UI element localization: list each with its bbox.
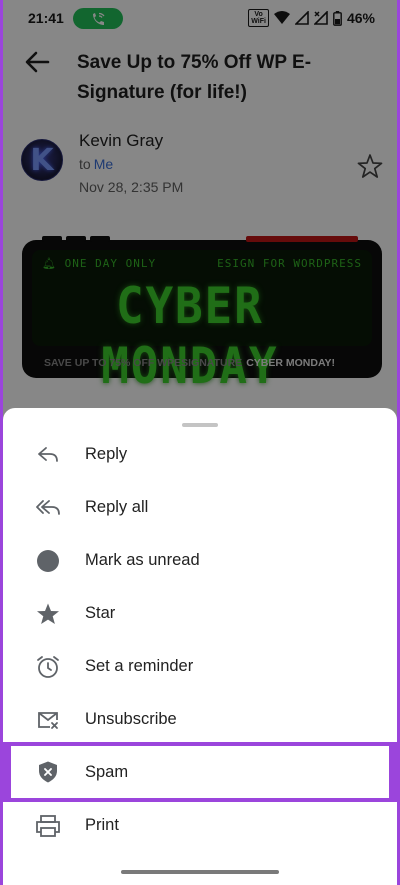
alarm-icon — [35, 654, 61, 680]
menu-item-label: Reply all — [85, 498, 149, 516]
screen: 21:41 Vo WiFi 46% Save Up to 75% Off WP … — [3, 0, 397, 885]
menu-item-label: Reply — [85, 445, 128, 463]
sheet-drag-handle[interactable] — [182, 423, 218, 427]
star-filled-icon — [35, 601, 61, 627]
menu-item-print[interactable]: Print — [3, 799, 397, 852]
spam-shield-icon — [35, 759, 61, 785]
menu-item-mark-unread[interactable]: Mark as unread — [3, 534, 397, 587]
menu-item-spam[interactable]: Spam — [11, 746, 389, 798]
menu-item-unsubscribe[interactable]: Unsubscribe — [3, 693, 397, 746]
menu-item-label: Set a reminder — [85, 657, 194, 675]
unsubscribe-icon — [35, 707, 61, 733]
menu-item-set-reminder[interactable]: Set a reminder — [3, 640, 397, 693]
print-icon — [35, 813, 61, 839]
reply-icon — [35, 442, 61, 468]
menu-item-label: Print — [85, 816, 119, 834]
menu-item-label: Spam — [85, 762, 129, 781]
menu-item-reply[interactable]: Reply — [3, 428, 397, 481]
actions-bottom-sheet: Reply Reply all Mark as unread Star Set — [3, 408, 397, 885]
menu-item-label: Mark as unread — [85, 551, 200, 569]
gesture-nav-bar[interactable] — [121, 870, 279, 874]
circle-icon — [35, 548, 61, 574]
menu-item-reply-all[interactable]: Reply all — [3, 481, 397, 534]
reply-all-icon — [35, 495, 61, 521]
menu-item-label: Unsubscribe — [85, 710, 177, 728]
menu-item-star[interactable]: Star — [3, 587, 397, 640]
menu-item-label: Star — [85, 604, 116, 622]
